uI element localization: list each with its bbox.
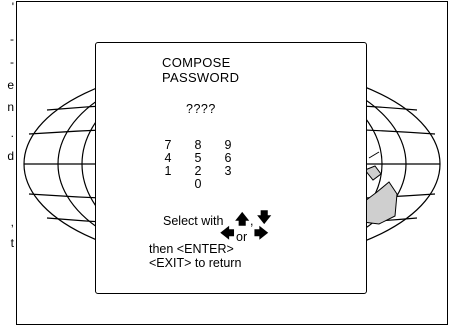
title-line-2: PASSWORD bbox=[162, 70, 240, 85]
arrow-separator: , bbox=[250, 214, 254, 228]
title-line-1: COMPOSE bbox=[162, 55, 231, 70]
key-6[interactable]: 6 bbox=[221, 151, 235, 165]
key-8[interactable]: 8 bbox=[191, 138, 205, 152]
arrow-up-icon: 🡅 bbox=[235, 212, 250, 228]
key-4[interactable]: 4 bbox=[161, 151, 175, 165]
page-fragment: ' bbox=[11, 0, 14, 14]
page-fragment: t bbox=[10, 236, 14, 250]
page-fragment: , bbox=[10, 215, 14, 229]
key-3[interactable]: 3 bbox=[221, 164, 235, 178]
projector-screen: COMPOSE PASSWORD ???? 7 8 9 4 5 6 1 2 3 … bbox=[16, 1, 448, 325]
enter-instruction: then <ENTER> bbox=[149, 242, 234, 256]
key-1[interactable]: 1 bbox=[161, 164, 175, 178]
key-9[interactable]: 9 bbox=[221, 138, 235, 152]
page-fragment: d bbox=[7, 149, 14, 163]
key-0[interactable]: 0 bbox=[191, 177, 205, 191]
or-label: or bbox=[236, 230, 248, 244]
password-field[interactable]: ???? bbox=[186, 102, 216, 116]
key-2[interactable]: 2 bbox=[191, 164, 205, 178]
arrow-left-icon: 🡄 bbox=[220, 226, 235, 242]
page-fragment: - bbox=[10, 55, 14, 69]
exit-instruction: <EXIT> to return bbox=[149, 256, 242, 270]
compose-password-dialog: COMPOSE PASSWORD ???? 7 8 9 4 5 6 1 2 3 … bbox=[95, 42, 367, 294]
page-fragment: - bbox=[10, 32, 14, 46]
key-5[interactable]: 5 bbox=[191, 151, 205, 165]
page-fragment: e bbox=[7, 78, 14, 92]
select-instruction: Select with bbox=[163, 214, 224, 228]
page-fragment: n bbox=[7, 100, 14, 114]
arrow-right-icon: 🡆 bbox=[254, 226, 269, 242]
page-fragment: . bbox=[10, 126, 14, 140]
key-7[interactable]: 7 bbox=[161, 138, 175, 152]
arrow-down-icon: 🡇 bbox=[257, 210, 272, 226]
dialog-title: COMPOSE PASSWORD bbox=[162, 55, 239, 85]
